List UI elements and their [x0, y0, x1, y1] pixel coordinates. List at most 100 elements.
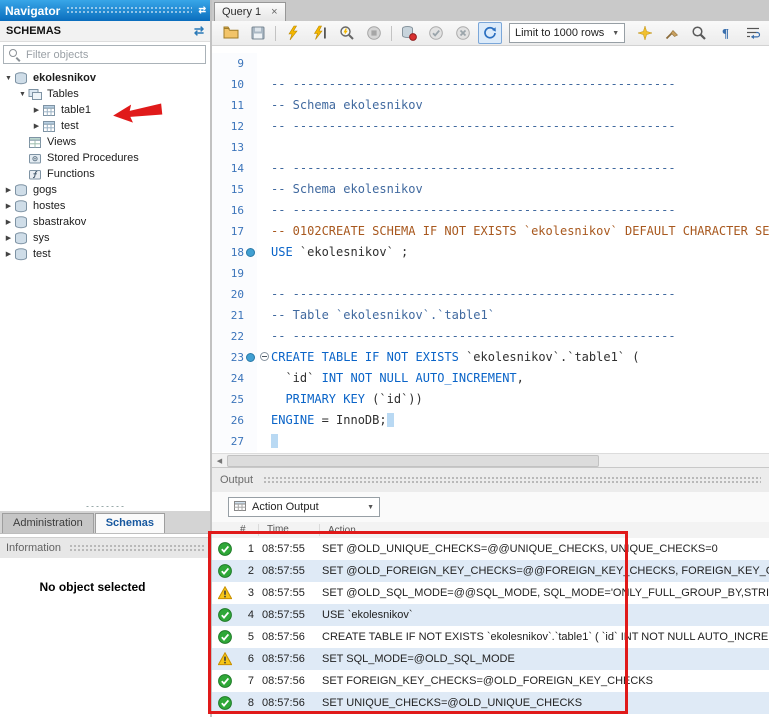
tree-item-test[interactable]: ▶test	[0, 246, 210, 262]
expander-icon[interactable]: ▼	[17, 91, 28, 98]
tree-item-sbastrakov[interactable]: ▶sbastrakov	[0, 214, 210, 230]
autocommit-icon[interactable]	[478, 22, 502, 44]
find-icon[interactable]	[687, 22, 711, 44]
tree-item-tables[interactable]: ▼ Tables	[0, 86, 210, 102]
open-script-icon[interactable]	[219, 22, 243, 44]
expander-icon[interactable]: ▶	[3, 202, 14, 210]
limit-rows-dropdown[interactable]: Limit to 1000 rows▼	[509, 23, 625, 43]
editor-line[interactable]: 27	[212, 431, 769, 452]
editor-line[interactable]: 17-- 0102CREATE SCHEMA IF NOT EXISTS `ek…	[212, 221, 769, 242]
close-icon[interactable]: ×	[271, 7, 277, 17]
tree-item-test[interactable]: ▶ test	[0, 118, 210, 134]
editor-line[interactable]: 19	[212, 263, 769, 284]
editor-line[interactable]: 15-- Schema ekolesnikov	[212, 179, 769, 200]
warning-icon	[212, 652, 238, 666]
editor-line[interactable]: 18USE `ekolesnikov` ;	[212, 242, 769, 263]
svg-text:¶: ¶	[722, 26, 729, 41]
tree-item-functions[interactable]: Functions	[0, 166, 210, 182]
tree-item-label: test	[61, 120, 79, 132]
invisible-chars-icon[interactable]: ¶	[714, 22, 738, 44]
tree-item-gogs[interactable]: ▶ gogs	[0, 182, 210, 198]
tree-item-label: Tables	[47, 88, 79, 100]
editor-line[interactable]: 25 PRIMARY KEY (`id`))	[212, 389, 769, 410]
editor-line[interactable]: 26ENGINE = InnoDB;	[212, 410, 769, 431]
fold-space	[257, 137, 271, 158]
tree-item-table1[interactable]: ▶table1	[0, 102, 210, 118]
row-time: 08:57:55	[254, 587, 314, 599]
fold-space	[257, 158, 271, 179]
line-number: 22	[212, 326, 244, 347]
tree-item-stored-procedures[interactable]: Stored Procedures	[0, 150, 210, 166]
tree-item-views[interactable]: Views	[0, 134, 210, 150]
cleanup-icon[interactable]	[660, 22, 684, 44]
tab-query-1[interactable]: Query 1 ×	[214, 2, 286, 21]
expander-icon[interactable]: ▶	[31, 122, 42, 130]
output-row[interactable]: 108:57:55SET @OLD_UNIQUE_CHECKS=@@UNIQUE…	[212, 538, 769, 560]
output-row[interactable]: 208:57:55SET @OLD_FOREIGN_KEY_CHECKS=@@F…	[212, 560, 769, 582]
expand-collapse-icon[interactable]: ⇄	[194, 24, 204, 38]
output-row[interactable]: 608:57:56SET SQL_MODE=@OLD_SQL_MODE	[212, 648, 769, 670]
action-output-dropdown[interactable]: Action Output ▼	[228, 497, 380, 517]
scroll-left-icon[interactable]: ◀	[212, 457, 227, 465]
editor-line[interactable]: 21-- Table `ekolesnikov`.`table1`	[212, 305, 769, 326]
editor-line[interactable]: 14-- -----------------------------------…	[212, 158, 769, 179]
beautify-icon[interactable]	[633, 22, 657, 44]
stop-icon[interactable]	[362, 22, 386, 44]
tab-schemas[interactable]: Schemas	[95, 513, 165, 533]
expander-icon[interactable]: ▶	[31, 106, 42, 114]
output-row[interactable]: 508:57:56CREATE TABLE IF NOT EXISTS `eko…	[212, 626, 769, 648]
line-number: 25	[212, 389, 244, 410]
expander-icon[interactable]: ▶	[3, 250, 14, 258]
editor-line[interactable]: 13	[212, 137, 769, 158]
stop-on-error-icon[interactable]	[397, 22, 421, 44]
tree-item-sys[interactable]: ▶sys	[0, 230, 210, 246]
execute-icon[interactable]	[281, 22, 305, 44]
rollback-icon[interactable]	[451, 22, 475, 44]
filter-input[interactable]	[24, 48, 205, 62]
save-script-icon[interactable]	[246, 22, 270, 44]
editor-line[interactable]: 23CREATE TABLE IF NOT EXISTS `ekolesniko…	[212, 347, 769, 368]
editor-line[interactable]: 20-- -----------------------------------…	[212, 284, 769, 305]
line-number: 18	[212, 242, 244, 263]
editor-line[interactable]: 24 `id` INT NOT NULL AUTO_INCREMENT,	[212, 368, 769, 389]
horizontal-scrollbar[interactable]: ◀	[212, 453, 769, 468]
line-number: 26	[212, 410, 244, 431]
output-row[interactable]: 708:57:56SET FOREIGN_KEY_CHECKS=@OLD_FOR…	[212, 670, 769, 692]
execute-current-icon[interactable]	[308, 22, 332, 44]
expander-icon[interactable]: ▶	[3, 234, 14, 242]
scrollbar-thumb[interactable]	[227, 455, 599, 467]
editor-line[interactable]: 22-- -----------------------------------…	[212, 326, 769, 347]
output-row[interactable]: 408:57:55USE `ekolesnikov`	[212, 604, 769, 626]
editor-line[interactable]: 10-- -----------------------------------…	[212, 74, 769, 95]
tree-item-ekolesnikov[interactable]: ▼ekolesnikov	[0, 70, 210, 86]
expander-icon[interactable]: ▶	[3, 186, 14, 194]
sql-editor[interactable]: 910-- ----------------------------------…	[212, 47, 769, 453]
fold-icon[interactable]	[257, 347, 271, 368]
success-icon	[212, 542, 238, 556]
gutter-space	[244, 368, 257, 389]
code-text: -- Table `ekolesnikov`.`table1`	[271, 305, 495, 326]
editor-line[interactable]: 16-- -----------------------------------…	[212, 200, 769, 221]
row-action: SET @OLD_SQL_MODE=@@SQL_MODE, SQL_MODE='…	[314, 587, 769, 599]
wrap-text-icon[interactable]	[741, 22, 765, 44]
output-row[interactable]: 808:57:56SET UNIQUE_CHECKS=@OLD_UNIQUE_C…	[212, 692, 769, 714]
panel-splitter[interactable]	[0, 502, 210, 510]
commit-icon[interactable]	[424, 22, 448, 44]
dock-icon[interactable]: ⇄	[198, 5, 205, 16]
explain-icon[interactable]	[335, 22, 359, 44]
fold-space	[257, 368, 271, 389]
tree-item-hostes[interactable]: ▶hostes	[0, 198, 210, 214]
tree-item-label: gogs	[33, 184, 57, 196]
editor-line[interactable]: 12-- -----------------------------------…	[212, 116, 769, 137]
output-row[interactable]: 308:57:55SET @OLD_SQL_MODE=@@SQL_MODE, S…	[212, 582, 769, 604]
fold-space	[257, 74, 271, 95]
chevron-down-icon: ▼	[367, 504, 374, 511]
chevron-down-icon: ▼	[612, 30, 619, 37]
tab-administration[interactable]: Administration	[2, 513, 94, 533]
line-number: 27	[212, 431, 244, 452]
editor-line[interactable]: 9	[212, 53, 769, 74]
editor-line[interactable]: 11-- Schema ekolesnikov	[212, 95, 769, 116]
expander-icon[interactable]: ▼	[3, 75, 14, 82]
expander-icon[interactable]: ▶	[3, 218, 14, 226]
gutter-space	[244, 179, 257, 200]
